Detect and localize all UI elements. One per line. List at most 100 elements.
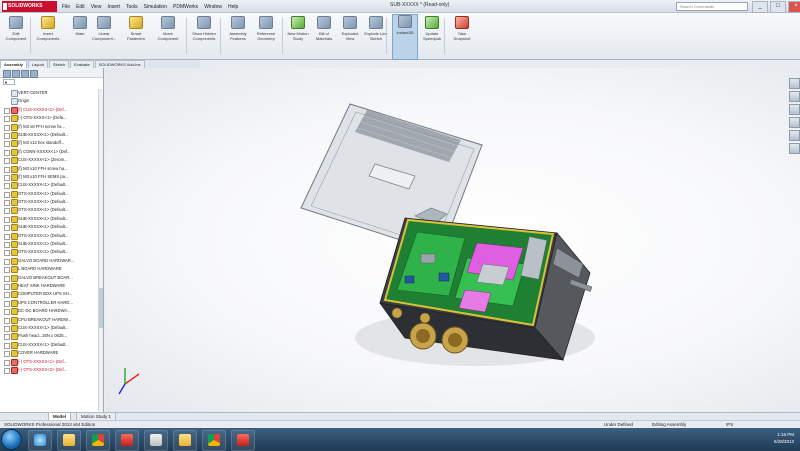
assembly-model[interactable]: [105, 68, 800, 412]
ribbon-exploded-view-button[interactable]: Exploded View: [338, 16, 362, 41]
ribbon-insert-components-button[interactable]: Insert Components: [36, 16, 60, 41]
tree-scroll-thumb[interactable]: [99, 288, 103, 328]
taskbar-app-solidworks[interactable]: [231, 430, 255, 451]
ribbon-take-snapshot-button[interactable]: Take Snapshot: [450, 16, 474, 41]
heatsink[interactable]: [476, 263, 510, 286]
tree-item[interactable]: GALVO BREAKOUT BOAR...: [0, 274, 103, 282]
tree-item[interactable]: L BOARD HARDWARE: [0, 265, 103, 274]
tree-item[interactable]: COVER HARDWARE: [0, 349, 103, 358]
taskbar-app-grey[interactable]: [144, 430, 168, 451]
minimize-button[interactable]: _: [752, 1, 768, 13]
tree-item[interactable]: OTS-XXXXX<1> (Default...: [0, 190, 103, 198]
tree-item[interactable]: HEAT SINK HARDWARE: [0, 282, 103, 290]
tree-item[interactable]: (f) M3 x10 FFH SEMS pa...: [0, 173, 103, 181]
tree-item[interactable]: COMPUTER BOX UPS SH...: [0, 290, 103, 299]
tree-item[interactable]: (-) OTS-XXXX<1> (Defa...: [0, 114, 103, 123]
tree-item[interactable]: (-) OTS-XXXXX<1> (Def...: [0, 358, 103, 366]
ribbon-reference-geometry-button[interactable]: Reference Geometry: [254, 16, 278, 41]
tree-item[interactable]: SUB-XXXXX<1> (Default...: [0, 240, 103, 249]
custom-properties-icon[interactable]: [789, 143, 800, 154]
feature-manager-icon[interactable]: [3, 70, 11, 78]
resources-icon[interactable]: [789, 78, 800, 89]
tree-item[interactable]: (f) M3 x10 FFH screw ha...: [0, 165, 103, 173]
file-explorer-icon[interactable]: [789, 104, 800, 115]
menu-insert[interactable]: Insert: [107, 4, 120, 10]
expand-toggle-icon[interactable]: [4, 309, 10, 316]
tree-item[interactable]: Origin: [0, 97, 103, 106]
expand-toggle-icon[interactable]: [4, 116, 10, 123]
search-input[interactable]: Search Commands: [676, 2, 748, 11]
ribbon-instant3d-button[interactable]: Instant3D: [392, 14, 418, 60]
menu-pdmworks[interactable]: PDMWorks: [173, 4, 198, 10]
tree-item[interactable]: (-) OTS-XXXXX<2> (Def...: [0, 366, 103, 374]
pink-component-small[interactable]: [458, 289, 492, 313]
tree-item[interactable]: (f) CUS-XXXXX<1> (Def...: [0, 106, 103, 114]
expand-toggle-icon[interactable]: [4, 283, 10, 290]
tree-item[interactable]: (f) M3 x8 FFH screw hx...: [0, 123, 103, 131]
expand-toggle-icon[interactable]: [4, 267, 10, 274]
expand-toggle-icon[interactable]: [4, 342, 10, 349]
expand-toggle-icon[interactable]: [4, 367, 10, 374]
tree-scrollbar[interactable]: [98, 89, 103, 411]
dimxpert-icon[interactable]: [30, 70, 38, 78]
ribbon-show-hidden-components-button[interactable]: Show Hidden Components: [192, 16, 216, 41]
expand-toggle-icon[interactable]: [4, 233, 10, 240]
taskbar-app-folder[interactable]: [57, 430, 81, 451]
start-button[interactable]: [1, 429, 22, 450]
ribbon-smart-fasteners-button[interactable]: Smart Fasteners: [124, 16, 148, 41]
expand-toggle-icon[interactable]: [4, 225, 10, 232]
tree-item[interactable]: SUB-XXXXX<1> (Default...: [0, 223, 103, 232]
menu-file[interactable]: File: [62, 4, 70, 10]
expand-toggle-icon[interactable]: [4, 334, 10, 341]
system-tray[interactable]: 1:16 PM 5/28/2013: [716, 431, 800, 449]
view-palette-icon[interactable]: [789, 117, 800, 128]
expand-toggle-icon[interactable]: [4, 325, 10, 332]
tree-item[interactable]: OTS-XXXXX<1> (Default...: [0, 198, 103, 207]
menu-help[interactable]: Help: [228, 4, 238, 10]
menu-tools[interactable]: Tools: [126, 4, 138, 10]
expand-toggle-icon[interactable]: [4, 191, 10, 198]
tree-item[interactable]: UPS CONTROLLER HARD...: [0, 299, 103, 307]
expand-toggle-icon[interactable]: [4, 216, 10, 223]
expand-toggle-icon[interactable]: [4, 258, 10, 265]
tree-item[interactable]: SUB-XXXXX<1> (Default...: [0, 131, 103, 139]
appearances-icon[interactable]: [789, 130, 800, 141]
tree-item[interactable]: (f) CONN-XXXXX<1> (Def...: [0, 148, 103, 156]
tree-filter[interactable]: ▼: [3, 79, 15, 85]
ribbon-bill-of-materials-button[interactable]: Bill of Materials: [312, 16, 336, 41]
design-library-icon[interactable]: [789, 91, 800, 102]
menu-simulation[interactable]: Simulation: [144, 4, 167, 10]
tree-item[interactable]: OTS-XXXXX<1> (Default...: [0, 206, 103, 215]
expand-toggle-icon[interactable]: [4, 208, 10, 215]
tree-item[interactable]: GALVO BOARD HARDWAR...: [0, 257, 103, 265]
tree-item[interactable]: OTS-XXXXX<1> (Default...: [0, 232, 103, 240]
tree-item[interactable]: CUS-XXXXX<1> (Default...: [0, 324, 103, 332]
taskbar-app-chrome[interactable]: [86, 430, 110, 451]
expand-toggle-icon[interactable]: [4, 183, 10, 190]
expand-toggle-icon[interactable]: [4, 141, 10, 148]
ribbon-linear-component-button[interactable]: Linear Component...: [92, 16, 116, 41]
connector-a[interactable]: [420, 253, 436, 264]
taskbar-app-chrome[interactable]: [202, 430, 226, 451]
property-manager-icon[interactable]: [12, 70, 20, 78]
configuration-manager-icon[interactable]: [21, 70, 29, 78]
expand-toggle-icon[interactable]: [4, 351, 10, 358]
expand-toggle-icon[interactable]: [4, 107, 10, 114]
tree-item[interactable]: CUS-XXXXX<1> (Default...: [0, 341, 103, 349]
connector-blue[interactable]: [438, 272, 450, 282]
tree-item[interactable]: DC-DC BOARD HARDWA...: [0, 307, 103, 316]
maximize-button[interactable]: □: [770, 1, 786, 13]
ribbon-edit-component-button[interactable]: Edit Component: [4, 16, 28, 41]
menu-window[interactable]: Window: [204, 4, 222, 10]
expand-toggle-icon[interactable]: [4, 359, 10, 366]
expand-toggle-icon[interactable]: [4, 250, 10, 257]
expand-toggle-icon[interactable]: [4, 317, 10, 324]
tree-item[interactable]: CPU BREAKOUT HARDW...: [0, 316, 103, 324]
ribbon-explode-line-sketch-button[interactable]: Explode Line Sketch: [364, 16, 388, 41]
expand-toggle-icon[interactable]: [4, 149, 10, 156]
taskbar-app-solidworks[interactable]: [115, 430, 139, 451]
ribbon-update-speedpak-button[interactable]: Update Speedpak: [420, 16, 444, 41]
expand-toggle-icon[interactable]: [4, 132, 10, 139]
expand-toggle-icon[interactable]: [4, 166, 10, 173]
expand-toggle-icon[interactable]: [4, 200, 10, 207]
